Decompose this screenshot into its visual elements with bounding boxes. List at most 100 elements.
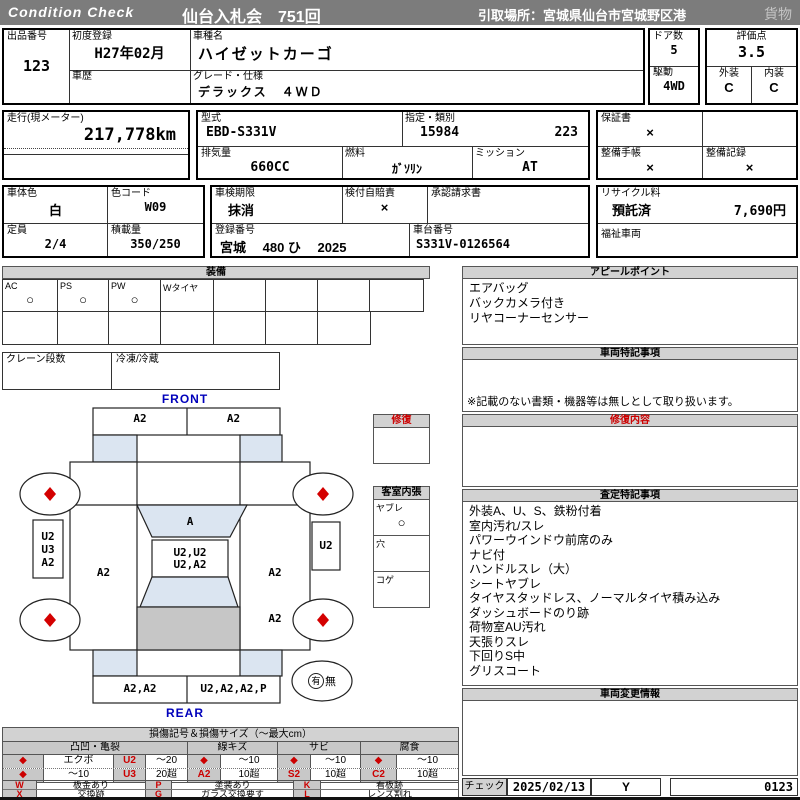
mark-desc: 板金あり — [37, 781, 146, 789]
legend-group-scratch: 線キズ — [188, 742, 278, 754]
damage-legend: 損傷記号＆損傷サイズ（～最大cm） 凸凹・亀裂 線キズ サビ 腐食 ◆ エクボ … — [2, 727, 459, 783]
first-registration-cell: 初度登録 H27年02月 — [69, 30, 190, 70]
check-label-cell: チェック — [462, 778, 507, 796]
equipment-cell-empty — [108, 311, 161, 345]
legend-symbol: ◆ — [3, 755, 44, 768]
cabin-burn-cell: コゲ — [373, 572, 430, 608]
exterior-value: C — [724, 80, 734, 95]
body-color-value: 白 — [48, 203, 62, 218]
insurance-label: 検付自賠責 — [345, 188, 395, 199]
insurance-value: × — [380, 200, 389, 215]
diagram-left-panel-code: U3 — [41, 543, 55, 556]
interior-value: C — [769, 80, 779, 95]
model-value: ハイゼットカーゴ — [198, 46, 334, 63]
grade-label: グレード・仕様 — [193, 71, 263, 82]
legend-group-dent: 凸凹・亀裂 — [3, 742, 188, 754]
equipment-cell-ac: AC ○ — [2, 279, 58, 312]
load-label: 積載量 — [111, 225, 141, 236]
equipment-label: AC — [5, 281, 18, 291]
diagram-windshield: A — [186, 515, 194, 528]
appeal-item: リヤコーナーセンサー — [469, 311, 590, 325]
equipment-cell-empty — [369, 279, 424, 312]
cabin-hole-label: 穴 — [376, 539, 386, 549]
odometer-label: 走行(現メーター) — [7, 113, 84, 124]
documents-box: 保証書 × 整備手帳 × 整備記録 × — [596, 110, 798, 180]
inspection-expiry-value: 抹消 — [228, 203, 255, 218]
equipment-row-2 — [2, 311, 377, 345]
fuel-value: ｶﾞｿﾘﾝ — [391, 162, 422, 176]
assessment-item: シートヤブレ — [469, 576, 542, 591]
equipment-mark: ○ — [26, 292, 34, 307]
diagram-right-panel: U2 — [319, 539, 333, 552]
appeal-header: アピールポイント — [462, 266, 798, 279]
equipment-label: Wタイヤ — [163, 283, 199, 293]
maintenance-record-value: × — [745, 160, 754, 175]
equipment-cell-empty — [213, 311, 266, 345]
legend-group-corrosion: 腐食 — [399, 742, 420, 753]
diagram-left-panel-code: U2 — [41, 530, 55, 543]
welfare-label: 福祉車両 — [601, 229, 641, 240]
transmission-label: ミッション — [475, 148, 525, 159]
drive-value: 4WD — [663, 79, 685, 93]
equipment-cell-empty — [317, 279, 370, 312]
capacity-value: 2/4 — [44, 237, 67, 251]
history-cell: 車歴 — [69, 70, 190, 103]
chassis-number-cell: 車台番号 S331V-0126564 — [410, 224, 588, 256]
assessment-item: ダッシュボードのり跡 — [469, 605, 590, 620]
cabin-tear-cell: ヤブレ ○ — [373, 500, 430, 536]
equipment-cell-empty — [265, 311, 318, 345]
mark-code: K — [294, 781, 321, 789]
maintenance-book-cell: 整備手帳 × — [598, 147, 702, 178]
inspection-expiry-cell: 車検期限 抹消 — [212, 187, 342, 223]
recycle-label: リサイクル料 — [601, 188, 661, 199]
assessment-item: 外装A、U、S、鉄粉付着 — [469, 504, 602, 518]
assessment-item: 室内汚れ/スレ — [469, 518, 545, 533]
inspection-expiry-label: 車検期限 — [215, 188, 255, 199]
spare-tire-indicator: 有 無 — [298, 672, 346, 690]
vehicle-table: 出品番号 123 初度登録 H27年02月 車歴 車種名 ハイゼットカーゴ グレ… — [2, 28, 645, 105]
fridge-label: 冷凍/冷蔵 — [116, 354, 159, 365]
recycle-box: リサイクル料 預託済 7,690円 福祉車両 — [596, 185, 798, 258]
mark-desc: 塗装あり — [172, 781, 294, 789]
repair-contents-body — [462, 427, 798, 487]
cabin-lining-header: 客室内張 — [373, 486, 430, 500]
diagram-rear-bumper-right: U2,A2,A2,P — [200, 682, 267, 695]
equipment-cell-ps: PS ○ — [57, 279, 109, 312]
equipment-mark: ○ — [130, 292, 139, 307]
legend-symbol: ◆ — [188, 755, 221, 768]
repair-mini-body — [373, 428, 430, 464]
change-info-body — [462, 701, 798, 776]
equipment-cell-empty — [2, 311, 58, 345]
diagram-left-panel-code: A2 — [41, 556, 55, 569]
assessment-item: グリスコート — [469, 663, 542, 678]
exterior-cell: 外装 C — [707, 67, 751, 103]
change-info-header: 車両変更情報 — [462, 688, 798, 701]
displacement-value: 660CC — [250, 160, 290, 175]
category-label: 貨物 — [764, 6, 792, 22]
equipment-cell-wtire: Wタイヤ — [160, 279, 214, 312]
transmission-value: AT — [522, 160, 538, 175]
header-bar: Condition Check 仙台入札会 751回 引取場所：宮城県仙台市宮城… — [0, 0, 800, 26]
diagram-front-bumper-right: A2 — [226, 412, 241, 425]
mark-desc: 看板跡 — [375, 781, 403, 789]
check-inspector-cell: Y — [591, 778, 661, 796]
diagram-rear-bumper-left: A2,A2 — [123, 682, 157, 695]
equipment-cell-empty — [160, 311, 214, 345]
spare-tire-has-circled: 有 — [308, 673, 324, 689]
legend-symbol: ◆ — [278, 755, 311, 768]
legend-size: ～10 — [221, 755, 278, 768]
history-label: 車歴 — [72, 71, 92, 82]
recycle-fee: 7,690円 — [733, 204, 786, 219]
model-label: 車種名 — [193, 31, 223, 42]
color-code-label: 色コード — [111, 188, 151, 199]
legend-group-rust: サビ — [278, 742, 361, 754]
doors-value: 5 — [670, 43, 678, 57]
type-cell: 型式 EBD-S331V — [198, 112, 402, 146]
grade-cell: グレード・仕様 デラックス ４ＷＤ — [190, 70, 647, 103]
diagram-rear-quarter: A2 — [268, 612, 282, 625]
load-cell: 積載量 350/250 — [108, 224, 203, 256]
legend-title: 損傷記号＆損傷サイズ（～最大cm） — [3, 728, 458, 742]
legend-size: ～20 — [146, 755, 188, 768]
maintenance-record-cell: 整備記録 × — [703, 147, 796, 178]
special-notes-header: 車両特記事項 — [462, 347, 798, 360]
